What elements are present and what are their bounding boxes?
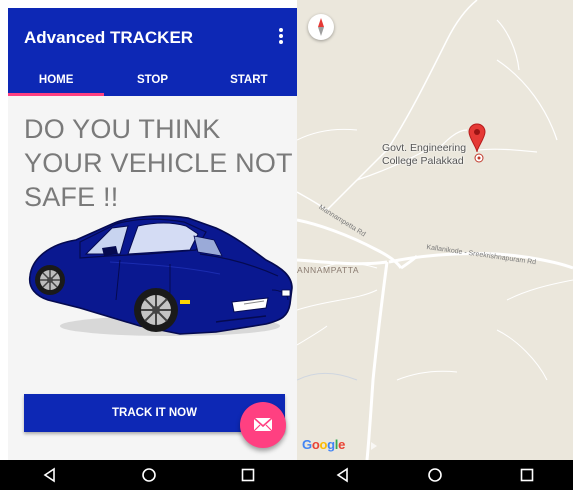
area-label: ANNAMPATTA (297, 265, 360, 275)
recents-icon[interactable] (236, 463, 260, 487)
map-view[interactable] (297, 0, 573, 460)
system-nav-bar-left (0, 460, 297, 490)
mail-icon (253, 417, 273, 432)
mail-fab-button[interactable] (240, 402, 286, 448)
tab-start[interactable]: START (201, 64, 297, 96)
back-icon[interactable] (331, 463, 355, 487)
map-screen[interactable]: Govt. Engineering College Palakkad Manna… (297, 0, 573, 460)
google-logo: Google (302, 437, 346, 452)
recents-icon[interactable] (515, 463, 539, 487)
system-nav-bar-right (297, 460, 573, 490)
tab-stop[interactable]: STOP (104, 64, 200, 96)
tab-home[interactable]: HOME (8, 64, 105, 96)
back-icon[interactable] (38, 463, 62, 487)
car-illustration (28, 215, 293, 336)
app-bar: Advanced TRACKER HOME STOP START (8, 8, 297, 96)
tracker-app-screen: Advanced TRACKER HOME STOP START DO YOU … (8, 8, 297, 460)
compass-needle (318, 18, 324, 36)
tab-bar: HOME STOP START (8, 64, 297, 96)
headline-text: DO YOU THINK YOUR VEHICLE NOT SAFE !! (24, 114, 293, 212)
app-title: Advanced TRACKER (24, 28, 194, 47)
overflow-menu-icon[interactable] (275, 26, 287, 48)
place-name-label: Govt. Engineering College Palakkad (382, 142, 467, 167)
compass-icon[interactable] (308, 14, 334, 40)
home-icon[interactable] (423, 463, 447, 487)
home-icon[interactable] (137, 463, 161, 487)
map-pin-icon[interactable] (467, 122, 487, 166)
map-ghost-arrow-icon (371, 442, 377, 450)
